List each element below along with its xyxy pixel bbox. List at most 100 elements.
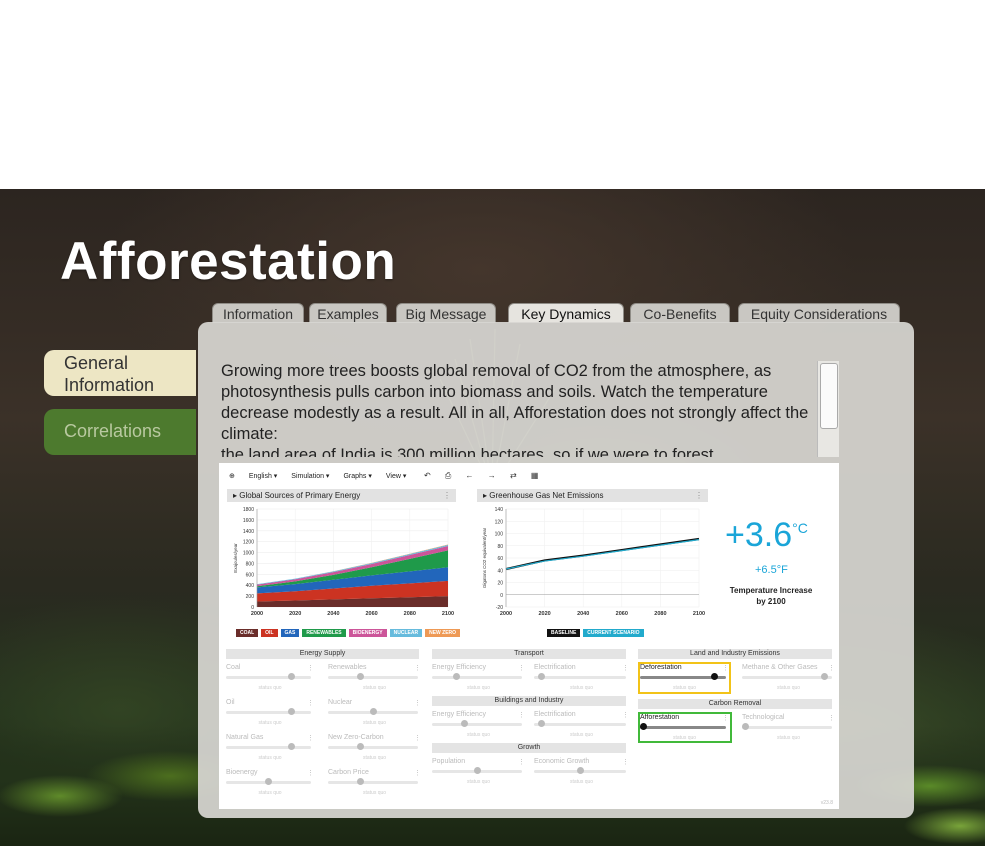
slider-methane[interactable]: Methane & Other Gases ⋮ status quo <box>742 664 835 692</box>
slider-population[interactable]: Population ⋮ status quo <box>432 758 525 786</box>
graph2-header: ▸ Greenhouse Gas Net Emissions ⋮ <box>477 489 708 502</box>
slider-more-icon[interactable]: ⋮ <box>307 769 314 777</box>
afforestation-highlight <box>638 712 732 743</box>
slider-track[interactable] <box>432 723 522 726</box>
slider-more-icon[interactable]: ⋮ <box>414 734 421 742</box>
legend-item[interactable]: COAL <box>236 629 259 637</box>
slider-bioenergy[interactable]: Bioenergy ⋮ status quo <box>226 769 314 797</box>
slider-handle[interactable] <box>265 778 272 785</box>
tab-examples[interactable]: Examples <box>309 303 387 323</box>
status-quo-label: status quo <box>570 732 594 738</box>
legend-item[interactable]: CURRENT SCENARIO <box>583 629 644 637</box>
slider-track[interactable] <box>226 711 311 714</box>
slider-b-elec[interactable]: Electrification ⋮ status quo <box>534 711 629 739</box>
section-growth: Growth <box>432 743 626 753</box>
slider-more-icon[interactable]: ⋮ <box>518 758 525 766</box>
slider-more-icon[interactable]: ⋮ <box>414 769 421 777</box>
slider-more-icon[interactable]: ⋮ <box>518 711 525 719</box>
slider-track[interactable] <box>742 726 832 729</box>
slider-handle[interactable] <box>287 673 295 680</box>
slider-more-icon[interactable]: ⋮ <box>518 664 525 672</box>
menu-graphs[interactable]: Graphs ▾ <box>343 473 371 480</box>
slider-more-icon[interactable]: ⋮ <box>622 664 629 672</box>
slider-handle[interactable] <box>287 708 295 715</box>
slider-handle[interactable] <box>357 743 365 750</box>
menu-simulation[interactable]: Simulation ▾ <box>291 473 329 480</box>
legend-item[interactable]: BASELINE <box>547 629 581 637</box>
slider-t-eff[interactable]: Energy Efficiency ⋮ status quo <box>432 664 525 692</box>
slider-track[interactable] <box>432 676 522 679</box>
slider-more-icon[interactable]: ⋮ <box>414 699 421 707</box>
legend-item[interactable]: BIOENERGY <box>348 629 387 637</box>
slider-natural-gas[interactable]: Natural Gas ⋮ status quo <box>226 734 314 762</box>
simulator-screenshot: ⊕ English ▾ Simulation ▾ Graphs ▾ View ▾ ↶ ⎙… <box>219 463 839 809</box>
graph1-more-icon[interactable]: ⋮ <box>443 489 451 502</box>
legend-item[interactable]: GAS <box>280 629 300 637</box>
status-quo-label: status quo <box>570 685 594 691</box>
slider-track[interactable] <box>534 676 626 679</box>
slider-economic[interactable]: Economic Growth ⋮ status quo <box>534 758 629 786</box>
text-scrollbar[interactable] <box>817 361 839 457</box>
slider-t-elec[interactable]: Electrification ⋮ status quo <box>534 664 629 692</box>
slider-more-icon[interactable]: ⋮ <box>307 664 314 672</box>
slider-handle[interactable] <box>742 723 749 730</box>
x-tick-label: 2060 <box>616 611 628 617</box>
slider-handle[interactable] <box>452 673 460 680</box>
slider-label: Energy Efficiency <box>432 664 486 671</box>
slider-b-eff[interactable]: Energy Efficiency ⋮ status quo <box>432 711 525 739</box>
slider-renewables[interactable]: Renewables ⋮ status quo <box>328 664 421 692</box>
slider-new-zero[interactable]: New Zero-Carbon ⋮ status quo <box>328 734 421 762</box>
slider-technological[interactable]: Technological ⋮ status quo <box>742 714 835 742</box>
legend-item[interactable]: OIL <box>261 629 278 637</box>
slider-handle[interactable] <box>357 778 365 785</box>
slider-handle[interactable] <box>287 743 295 750</box>
graph2-more-icon[interactable]: ⋮ <box>695 489 703 502</box>
slider-handle[interactable] <box>820 673 828 680</box>
x-tick-label: 2000 <box>500 611 512 617</box>
slider-track[interactable] <box>226 746 311 749</box>
slider-handle[interactable] <box>461 720 469 727</box>
legend-item[interactable]: RENEWABLES <box>302 629 346 637</box>
tab-equity-considerations[interactable]: Equity Considerations <box>738 303 900 323</box>
slider-carbon-price[interactable]: Carbon Price ⋮ status quo <box>328 769 421 797</box>
slider-track[interactable] <box>328 781 418 784</box>
section-land-industry: Land and Industry Emissions <box>638 649 832 659</box>
legend-item[interactable]: NEW ZERO <box>425 629 461 637</box>
slider-more-icon[interactable]: ⋮ <box>622 758 629 766</box>
y-tick-label: 80 <box>497 544 503 550</box>
simulator-menu: ⊕ English ▾ Simulation ▾ Graphs ▾ View ▾ <box>229 472 420 480</box>
slider-more-icon[interactable]: ⋮ <box>414 664 421 672</box>
tab-big-message[interactable]: Big Message <box>396 303 496 323</box>
slider-more-icon[interactable]: ⋮ <box>307 734 314 742</box>
slider-track[interactable] <box>534 723 626 726</box>
slider-track[interactable] <box>742 676 832 679</box>
slider-more-icon[interactable]: ⋮ <box>307 699 314 707</box>
slider-track[interactable] <box>226 676 311 679</box>
slider-handle[interactable] <box>576 767 584 774</box>
slider-track[interactable] <box>328 676 418 679</box>
menu-language[interactable]: English ▾ <box>249 473 277 480</box>
slider-label: Energy Efficiency <box>432 711 486 718</box>
tab-key-dynamics[interactable]: Key Dynamics <box>508 303 624 323</box>
slider-coal[interactable]: Coal ⋮ status quo <box>226 664 314 692</box>
sidebar-item-general-information[interactable]: General Information <box>44 350 196 396</box>
sidebar-item-correlations[interactable]: Correlations <box>44 409 196 455</box>
slider-handle[interactable] <box>357 673 365 680</box>
slider-handle[interactable] <box>473 767 481 774</box>
toolbar-icons[interactable]: ↶ ⎙ ← → ⇄ ▦ <box>424 471 544 481</box>
slider-more-icon[interactable]: ⋮ <box>622 711 629 719</box>
slider-track[interactable] <box>328 746 418 749</box>
tab-information[interactable]: Information <box>212 303 304 323</box>
scrollbar-thumb[interactable] <box>820 363 838 429</box>
tab-co-benefits[interactable]: Co-Benefits <box>630 303 730 323</box>
slider-oil[interactable]: Oil ⋮ status quo <box>226 699 314 727</box>
slider-more-icon[interactable]: ⋮ <box>828 664 835 672</box>
slider-nuclear[interactable]: Nuclear ⋮ status quo <box>328 699 421 727</box>
y-tick-label: 1600 <box>243 518 254 524</box>
menu-view[interactable]: View ▾ <box>386 473 407 480</box>
slider-label: Coal <box>226 664 241 671</box>
status-quo-label: status quo <box>258 720 282 726</box>
slider-handle[interactable] <box>369 708 377 715</box>
legend-item[interactable]: NUCLEAR <box>389 629 423 637</box>
slider-more-icon[interactable]: ⋮ <box>828 714 835 722</box>
